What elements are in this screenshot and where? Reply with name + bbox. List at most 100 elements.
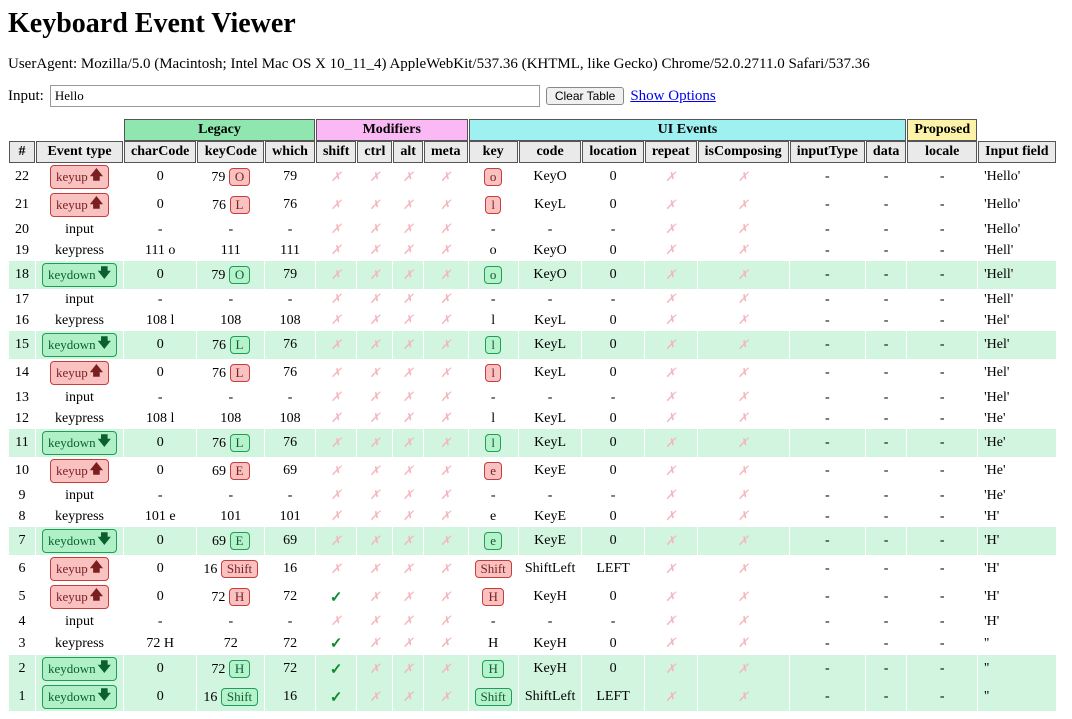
cell-key: l [469,310,518,331]
cell-iscomposing: ✗ [698,555,789,583]
cell-iscomposing: ✗ [698,261,789,289]
cell-meta: ✗ [424,457,468,485]
x-icon: ✗ [738,487,749,502]
cell-event-type: keyup 🡅 [36,555,123,583]
cell-ctrl: ✗ [357,219,392,240]
x-icon: ✗ [665,389,676,404]
cell-code: KeyO [519,163,582,191]
table-row: 11keydown 🡇076 L76✗✗✗✗lKeyL0✗✗---'He' [9,429,1056,457]
cell-ctrl: ✗ [357,331,392,359]
x-icon: ✗ [440,169,451,184]
col-data: data [866,141,906,163]
cell-keycode: 72 H [197,583,264,611]
cell-num: 6 [9,555,35,583]
cell-repeat: ✗ [645,387,697,408]
cell-repeat: ✗ [645,289,697,310]
arrow-down-icon: 🡇 [98,334,111,356]
cell-alt: ✗ [393,310,423,331]
arrow-down-icon: 🡇 [98,432,111,454]
cell-iscomposing: ✗ [698,655,789,683]
check-icon: ✓ [330,661,343,678]
cell-keycode: 16 Shift [197,683,264,711]
x-icon: ✗ [738,221,749,236]
cell-which: 69 [265,457,315,485]
cell-which: 69 [265,527,315,555]
show-options-link[interactable]: Show Options [630,88,715,105]
col-repeat: repeat [645,141,697,163]
cell-inputtype: - [790,387,865,408]
cell-num: 9 [9,485,35,506]
arrow-up-icon: 🡅 [90,166,103,188]
cell-which: - [265,485,315,506]
cell-charcode: 0 [124,331,196,359]
cell-input-field: 'H' [978,555,1055,583]
cell-which: 76 [265,191,315,219]
cell-locale: - [907,583,977,611]
cell-inputtype: - [790,506,865,527]
key-cap: l [485,196,501,214]
x-icon: ✗ [665,337,676,352]
x-icon: ✗ [369,365,380,380]
x-icon: ✗ [331,487,342,502]
cell-meta: ✗ [424,289,468,310]
cell-which: 79 [265,163,315,191]
clear-table-button[interactable]: Clear Table [546,87,624,105]
keycode-cap: L [230,196,250,214]
cell-alt: ✗ [393,408,423,429]
x-icon: ✗ [665,561,676,576]
cell-key: - [469,485,518,506]
cell-inputtype: - [790,359,865,387]
cell-location: - [582,485,643,506]
cell-location: LEFT [582,683,643,711]
event-input[interactable] [50,85,540,107]
x-icon: ✗ [738,410,749,425]
cell-data: - [866,583,906,611]
x-icon: ✗ [369,221,380,236]
cell-meta: ✗ [424,485,468,506]
cell-which: 16 [265,683,315,711]
cell-repeat: ✗ [645,506,697,527]
x-icon: ✗ [665,613,676,628]
cell-alt: ✗ [393,632,423,655]
cell-key: e [469,527,518,555]
x-icon: ✗ [665,487,676,502]
cell-keycode: 69 E [197,457,264,485]
cell-location: 0 [582,359,643,387]
table-row: 4input---✗✗✗✗---✗✗---'H' [9,611,1056,632]
cell-repeat: ✗ [645,457,697,485]
cell-iscomposing: ✗ [698,289,789,310]
x-icon: ✗ [369,533,380,548]
cell-iscomposing: ✗ [698,331,789,359]
x-icon: ✗ [440,312,451,327]
cell-shift: ✗ [316,331,356,359]
cell-num: 15 [9,331,35,359]
cell-keycode: 111 [197,240,264,261]
x-icon: ✗ [440,221,451,236]
events-table: Legacy Modifiers UI Events Proposed # Ev… [8,119,1057,711]
cell-locale: - [907,289,977,310]
cell-num: 22 [9,163,35,191]
cell-meta: ✗ [424,655,468,683]
cell-input-field: 'Hello' [978,163,1055,191]
cell-num: 2 [9,655,35,683]
cell-code: - [519,289,582,310]
table-row: 9input---✗✗✗✗---✗✗---'He' [9,485,1056,506]
event-type-badge: keyup 🡅 [50,165,109,189]
cell-data: - [866,683,906,711]
arrow-up-icon: 🡅 [90,586,103,608]
cell-which: - [265,611,315,632]
keycode-cap: O [229,168,250,186]
cell-input-field: '' [978,683,1055,711]
x-icon: ✗ [738,197,749,212]
user-agent: UserAgent: Mozilla/5.0 (Macintosh; Intel… [8,56,1064,73]
cell-which: 79 [265,261,315,289]
cell-locale: - [907,683,977,711]
key-cap: l [485,364,501,382]
cell-inputtype: - [790,683,865,711]
x-icon: ✗ [369,267,380,282]
cell-code: KeyL [519,359,582,387]
arrow-down-icon: 🡇 [98,264,111,286]
cell-which: 72 [265,655,315,683]
col-meta: meta [424,141,468,163]
x-icon: ✗ [331,365,342,380]
